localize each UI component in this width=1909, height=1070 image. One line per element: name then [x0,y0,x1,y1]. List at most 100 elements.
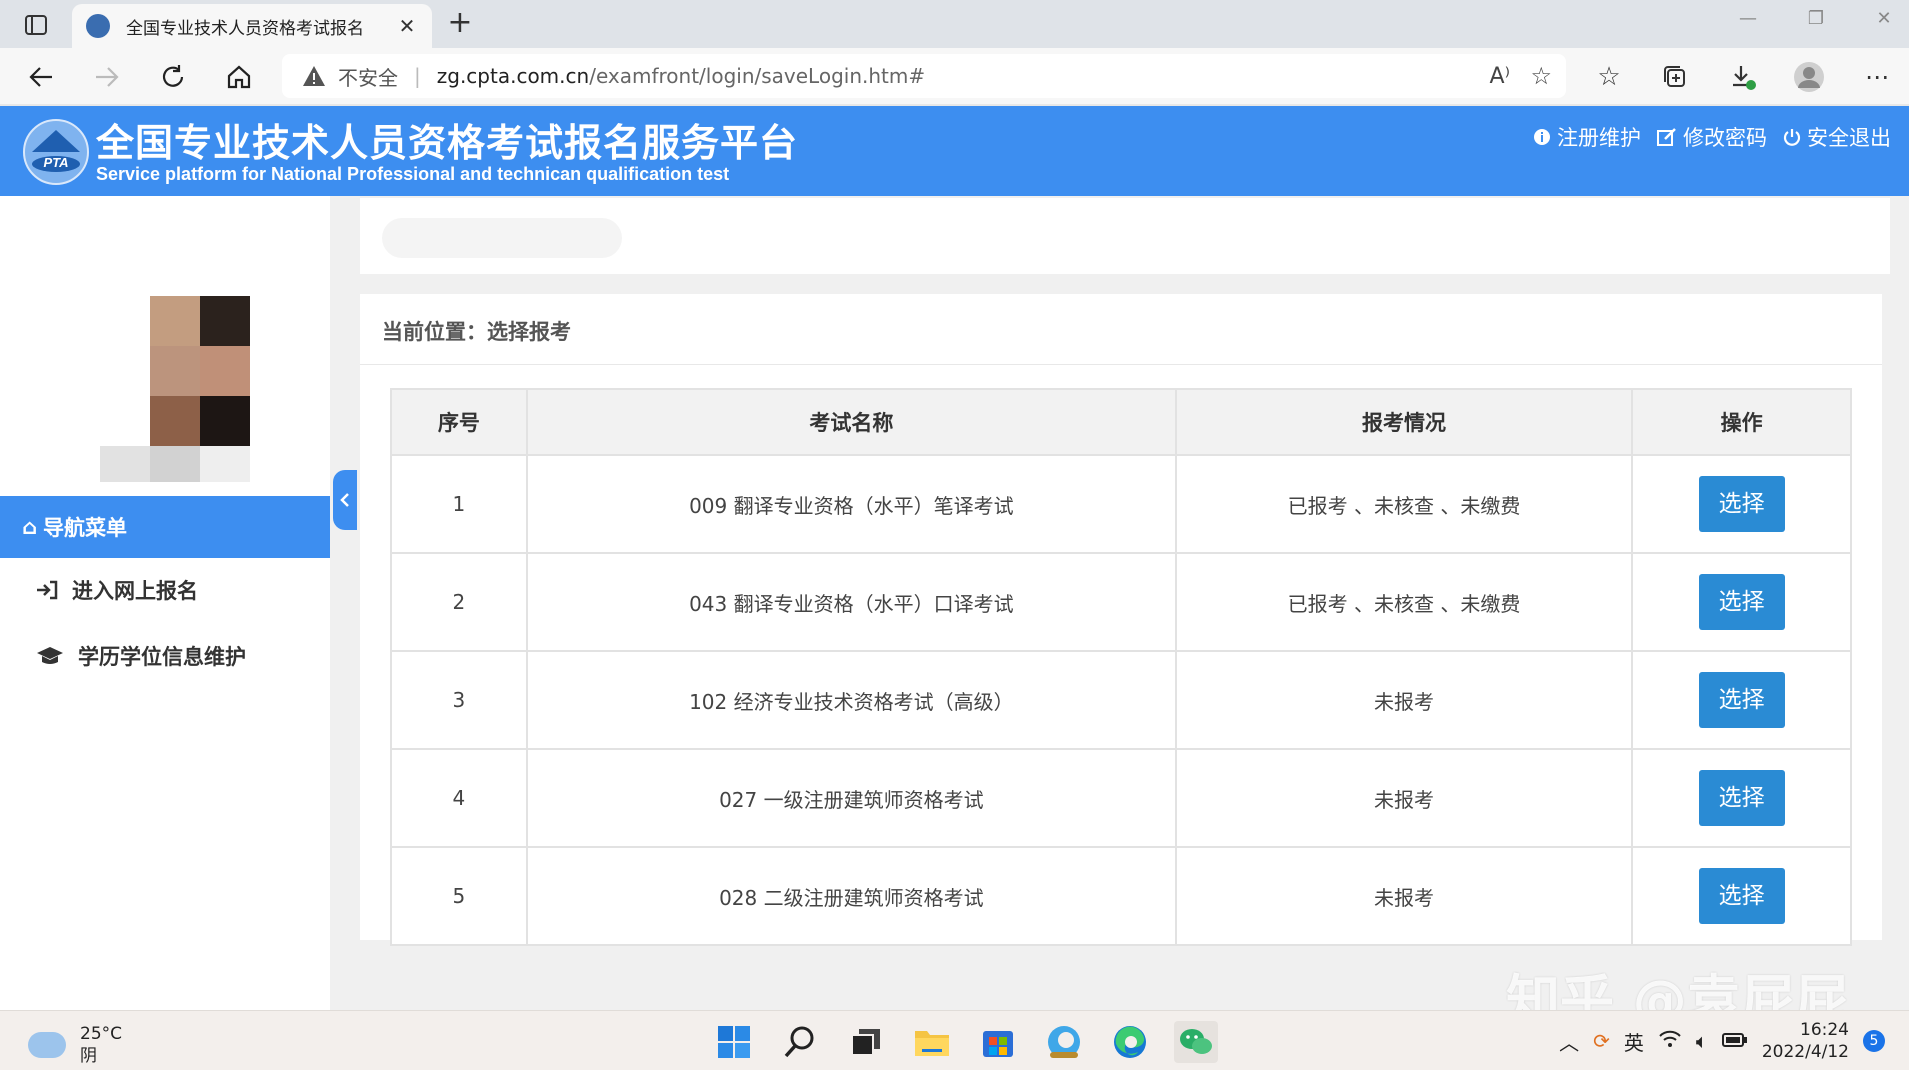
sidebar-collapse-button[interactable] [333,470,357,530]
table-row: 1 009 翻译专业资格（水平）笔译考试 已报考 、未核查 、未缴费 选择 [390,454,1852,554]
logout-label: 安全退出 [1807,126,1891,150]
select-button[interactable]: 选择 [1698,672,1785,728]
file-explorer-icon[interactable] [910,1021,954,1063]
main-panel: 当前位置：选择报考 序号 考试名称 报考情况 操作 1 009 翻译专业资格（水… [360,294,1882,946]
sign-in-icon [37,580,58,600]
clock-time: 16:24 [1800,1020,1849,1040]
warning-icon[interactable] [302,64,326,88]
logout-link[interactable]: 安全退出 [1783,122,1891,152]
sidebar-item-education-info[interactable]: 学历学位信息维护 [0,628,330,684]
new-tab-icon[interactable]: + [444,8,476,40]
edge-beta-icon[interactable] [1042,1021,1086,1063]
site-title: 全国专业技术人员资格考试报名服务平台 [96,121,799,165]
action-cell: 选择 [1631,846,1852,946]
start-menu-icon[interactable] [712,1021,756,1063]
action-cell: 选择 [1631,454,1852,554]
select-button[interactable]: 选择 [1698,770,1785,826]
temperature: 25°C [80,1024,123,1044]
change-password-link[interactable]: 修改密码 [1657,122,1767,152]
notification-badge[interactable]: 5 [1863,1030,1885,1052]
select-button[interactable]: 选择 [1698,574,1785,630]
column-header-action: 操作 [1631,388,1852,456]
close-window-icon[interactable]: ✕ [1864,8,1904,38]
select-button[interactable]: 选择 [1698,476,1785,532]
restore-icon[interactable]: ❐ [1796,8,1836,38]
wifi-icon[interactable] [1658,1029,1682,1053]
tab-close-icon[interactable]: ✕ [396,14,418,38]
profile-avatar-icon[interactable] [1792,60,1826,94]
browser-tab-active[interactable]: 全国专业技术人员资格考试报名 ✕ [72,4,432,48]
info-icon [1534,129,1550,145]
ime-indicator[interactable]: 英 [1624,1027,1644,1056]
read-aloud-icon[interactable]: A⁾ [1490,64,1510,89]
pta-logo: PTA [23,119,89,185]
nav-menu-header: ⌂ 导航菜单 [0,496,330,558]
register-maintain-label: 注册维护 [1557,126,1641,150]
sidebar: ⌂ 导航菜单 进入网上报名 学历学位信息维护 [0,196,330,1010]
taskbar: 25°C 阴 ︿ ⟳ 英 🔈︎ 16:24 2022/4/12 5 [0,1010,1909,1070]
store-icon[interactable] [976,1021,1020,1063]
wechat-icon[interactable] [1174,1021,1218,1063]
register-maintain-link[interactable]: 注册维护 [1533,122,1641,152]
site-header: PTA 全国专业技术人员资格考试报名服务平台 Service platform … [0,104,1909,196]
taskbar-apps [712,1021,1218,1063]
row-number: 3 [390,650,528,750]
url-path: /examfront/login/saveLogin.htm# [589,64,926,88]
select-button[interactable]: 选择 [1698,868,1785,924]
clock[interactable]: 16:24 2022/4/12 [1762,1019,1849,1063]
column-header-status: 报考情况 [1174,388,1634,456]
redacted-area [382,218,622,258]
system-tray: ︿ ⟳ 英 🔈︎ 16:24 2022/4/12 5 [1559,1019,1885,1063]
action-cell: 选择 [1631,748,1852,848]
home-icon: ⌂ [22,515,38,539]
downloads-icon[interactable] [1726,60,1760,94]
weather-widget[interactable]: 25°C 阴 [28,1023,122,1067]
refresh-icon[interactable] [156,60,190,94]
main-top-bar [360,198,1890,274]
edit-icon [1657,128,1676,146]
user-avatar [100,296,250,482]
home-icon[interactable] [222,60,256,94]
back-icon[interactable] [24,60,58,94]
url-host: zg.cpta.com.cn [436,64,590,88]
weather-condition: 阴 [80,1046,97,1066]
column-header-exam-name: 考试名称 [525,388,1177,456]
divider [360,364,1882,365]
exam-status: 未报考 [1174,846,1634,946]
chevron-left-icon [340,493,349,507]
chevron-up-icon[interactable]: ︿ [1559,1027,1579,1056]
collections-icon[interactable] [1658,60,1692,94]
change-password-label: 修改密码 [1683,126,1767,150]
battery-icon[interactable] [1721,1029,1748,1053]
table-row: 4 027 一级注册建筑师资格考试 未报考 选择 [390,748,1852,848]
sidebar-item-online-registration[interactable]: 进入网上报名 [0,562,330,618]
task-view-icon[interactable] [844,1021,888,1063]
power-icon [1783,129,1801,146]
browser-toolbar: 不安全 | zg.cpta.com.cn/examfront/login/sav… [0,48,1909,104]
tab-title: 全国专业技术人员资格考试报名 [126,18,364,39]
more-menu-icon[interactable]: ⋯ [1860,60,1894,94]
minimize-icon[interactable]: — [1728,8,1768,38]
table-row: 2 043 翻译专业资格（水平）口译考试 已报考 、未核查 、未缴费 选择 [390,552,1852,652]
add-favorite-icon[interactable]: ☆ [1530,62,1552,90]
browser-tab-strip: 全国专业技术人员资格考试报名 ✕ + — ❐ ✕ [0,0,1909,48]
row-number: 5 [390,846,528,946]
clock-date: 2022/4/12 [1761,1042,1849,1062]
favorites-icon[interactable]: ☆ [1592,60,1626,94]
exam-name: 028 二级注册建筑师资格考试 [525,846,1177,946]
tab-actions-icon[interactable] [14,10,58,40]
volume-icon[interactable]: 🔈︎ [1696,1029,1708,1053]
exam-name: 102 经济专业技术资格考试（高级） [525,650,1177,750]
url-text[interactable]: zg.cpta.com.cn/examfront/login/saveLogin… [437,64,925,88]
address-separator: | [414,64,421,88]
sidebar-item-label: 学历学位信息维护 [78,645,246,669]
sync-icon[interactable]: ⟳ [1593,1029,1610,1053]
action-cell: 选择 [1631,552,1852,652]
address-bar[interactable]: 不安全 | zg.cpta.com.cn/examfront/login/sav… [282,54,1566,98]
search-icon[interactable] [778,1021,822,1063]
insecure-label[interactable]: 不安全 [338,62,398,91]
column-header-number: 序号 [390,388,528,456]
forward-icon[interactable] [90,60,124,94]
edge-icon[interactable] [1108,1021,1152,1063]
action-cell: 选择 [1631,650,1852,750]
